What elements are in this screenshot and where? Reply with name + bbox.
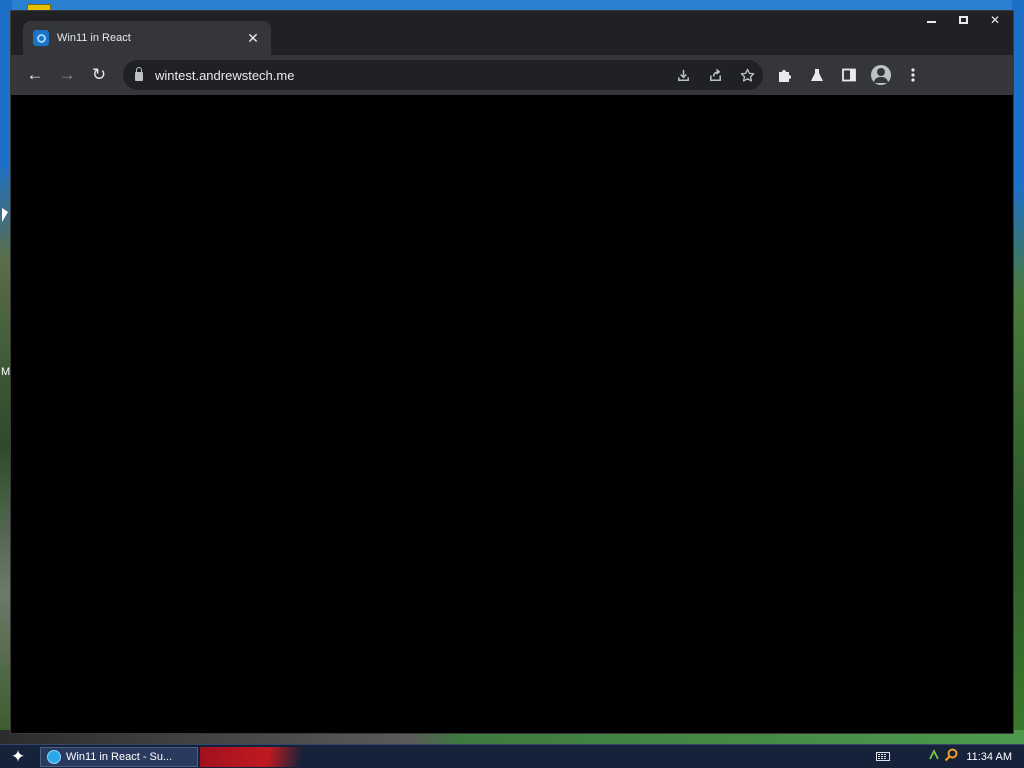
- taskbar-item-label: Win11 in React - Su...: [66, 750, 173, 763]
- minimize-icon: [926, 21, 936, 23]
- taskbar-item-browser[interactable]: Win11 in React - Su...: [40, 746, 198, 767]
- extensions-icon[interactable]: [769, 59, 801, 91]
- back-button[interactable]: ←: [19, 59, 51, 91]
- search-icon[interactable]: [944, 748, 958, 765]
- address-bar[interactable]: wintest.andrewstech.me: [123, 60, 763, 90]
- win11-logo-icon: [33, 30, 49, 46]
- reload-button[interactable]: ↻: [83, 59, 115, 91]
- mouse-cursor-icon: [2, 208, 8, 222]
- install-icon[interactable]: [667, 60, 699, 90]
- forward-button[interactable]: →: [51, 59, 83, 91]
- maximize-button[interactable]: [947, 11, 979, 29]
- minimize-button[interactable]: [915, 11, 947, 29]
- window-controls: ✕: [915, 11, 1011, 31]
- browser-toolbar: ← → ↻ wintest.andrewstech.me: [11, 55, 1013, 95]
- maximize-icon: [958, 16, 968, 24]
- share-icon[interactable]: [699, 60, 731, 90]
- tab-close-button[interactable]: ✕: [245, 30, 261, 47]
- clock[interactable]: 11:34 AM: [966, 751, 1012, 763]
- browser-window: Win11 in React ✕ ✕ ← → ↻ wintest.andrews…: [10, 10, 1014, 734]
- keyboard-icon[interactable]: [876, 752, 891, 761]
- browser-titlebar[interactable]: Win11 in React ✕ ✕: [11, 11, 1013, 55]
- menu-icon[interactable]: [897, 59, 929, 91]
- profile-icon: [871, 65, 891, 85]
- desktop-edge-letter: M: [1, 366, 11, 378]
- tab-title: Win11 in React: [57, 32, 131, 44]
- window-close-button[interactable]: ✕: [979, 11, 1011, 29]
- browser-tab[interactable]: Win11 in React ✕: [23, 21, 271, 55]
- system-tray: 11:34 AM: [876, 748, 1024, 765]
- lock-icon[interactable]: [135, 67, 143, 81]
- profile-button[interactable]: [865, 59, 897, 91]
- page-content[interactable]: [11, 95, 1013, 733]
- url-text[interactable]: wintest.andrewstech.me: [155, 68, 667, 83]
- bookmark-star-icon[interactable]: [731, 60, 763, 90]
- start-button[interactable]: ✦: [0, 745, 36, 768]
- browser-icon: [47, 749, 61, 764]
- labs-flask-icon[interactable]: [801, 59, 833, 91]
- network-icon[interactable]: [928, 748, 940, 764]
- taskbar-decoration: [200, 746, 312, 767]
- side-panel-icon[interactable]: [833, 59, 865, 91]
- taskbar: ✦ Win11 in React - Su... 11:34 AM: [0, 744, 1024, 768]
